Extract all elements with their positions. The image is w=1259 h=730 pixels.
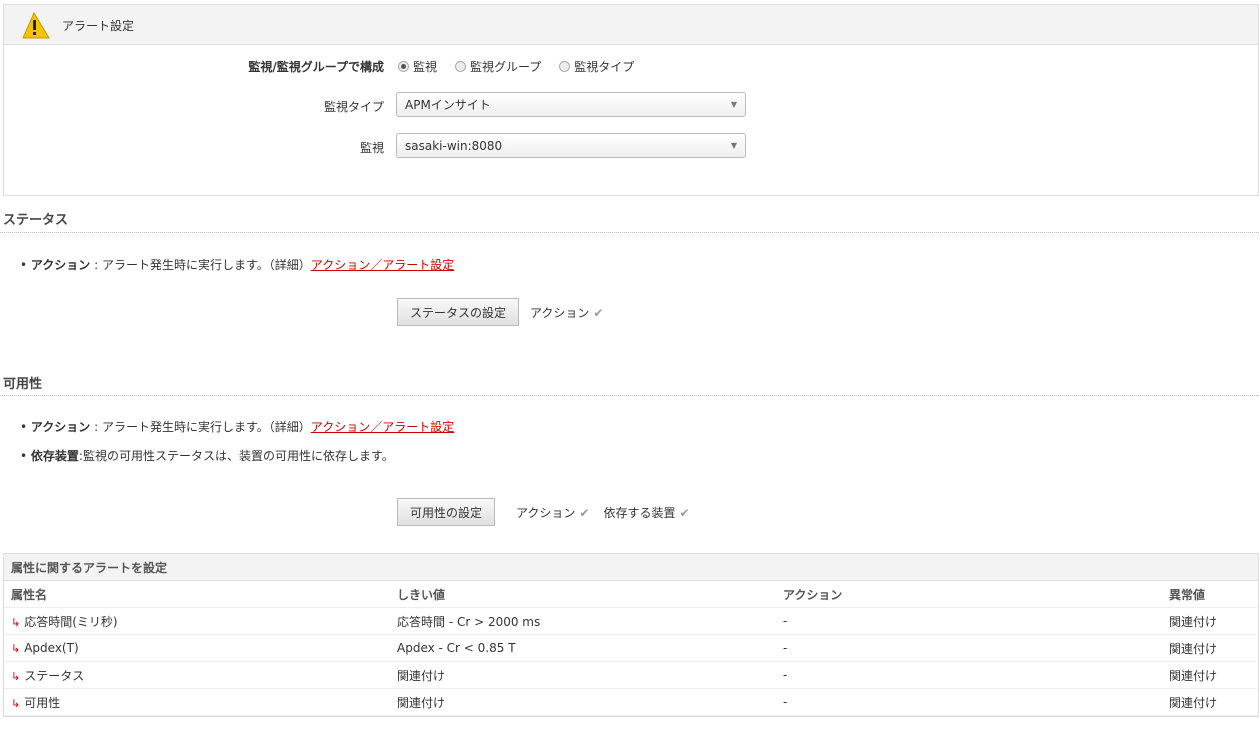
table-row[interactable]: ↳ 可用性 関連付け - 関連付け xyxy=(4,689,1258,716)
table-cell: 関連付け xyxy=(1169,667,1217,684)
cell-text: Apdex - Cr < 0.85 T xyxy=(397,641,516,655)
table-cell: ↳ Apdex(T) xyxy=(11,641,79,655)
check-icon: ✔ xyxy=(679,506,690,520)
sub-item-arrow-icon: ↳ xyxy=(11,642,21,655)
availability-action-line: • アクション : アラート発生時に実行します。（詳細）アクション／アラート設定 xyxy=(20,420,455,434)
monitor-label: 監視 xyxy=(359,141,384,155)
panel-title: アラート設定 xyxy=(62,19,135,33)
check-icon: ✔ xyxy=(579,506,590,520)
cell-text: ステータス xyxy=(24,668,85,683)
radio-button[interactable] xyxy=(455,61,467,72)
column-header: 属性名 xyxy=(11,587,48,602)
cell-text: - xyxy=(783,641,788,655)
table-header-row: 属性名 しきい値 アクション 異常値 xyxy=(4,581,1258,608)
select-value: APMインサイト xyxy=(405,98,491,112)
table-cell: 関連付け xyxy=(1169,694,1217,711)
tag-action: アクション xyxy=(516,506,576,520)
table-cell: 関連付け xyxy=(397,694,445,711)
tag-dependent-device: 依存する装置 xyxy=(603,506,676,520)
availability-heading: 可用性 xyxy=(3,377,43,392)
table-cell: 関連付け xyxy=(1169,640,1217,657)
radio-button[interactable] xyxy=(559,61,571,72)
action-text: : アラート発生時に実行します。（詳細） xyxy=(90,258,311,272)
cell-text: 関連付け xyxy=(1169,668,1218,683)
radio-button[interactable] xyxy=(398,61,409,72)
sub-item-arrow-icon: ↳ xyxy=(11,669,21,683)
panel-header: アラート設定 xyxy=(4,5,1258,45)
status-settings-button[interactable]: ステータスの設定 xyxy=(397,298,519,326)
cell-text: 関連付け xyxy=(1169,695,1218,710)
table-cell: - xyxy=(783,695,787,709)
table-cell: ↳ ステータス xyxy=(11,667,84,684)
radio-monitor[interactable]: 監視 xyxy=(398,58,437,75)
sub-item-arrow-icon: ↳ xyxy=(11,615,21,629)
table-cell: ↳ 可用性 xyxy=(11,694,60,711)
table-row[interactable]: ↳ ステータス 関連付け - 関連付け xyxy=(4,662,1258,689)
table-row[interactable]: ↳ Apdex(T) Apdex - Cr < 0.85 T - 関連付け xyxy=(4,635,1258,662)
alert-settings-panel: アラート設定 監視/監視グループで構成 監視 監視グループ 監視タイプ 監視タイ… xyxy=(3,4,1259,196)
radio-monitor-type[interactable]: 監視タイプ xyxy=(559,58,634,75)
table-title: 属性に関するアラートを設定 xyxy=(11,560,168,575)
monitor-type-label: 監視タイプ xyxy=(323,100,384,114)
table-row[interactable]: ↳ 応答時間(ミリ秒) 応答時間 - Cr > 2000 ms - 関連付け xyxy=(4,608,1258,635)
tag-action: アクション xyxy=(530,306,590,320)
table-cell: Apdex - Cr < 0.85 T xyxy=(397,641,516,655)
table-title-bar: 属性に関するアラートを設定 xyxy=(4,554,1258,581)
warning-icon xyxy=(22,11,50,39)
action-alert-settings-link[interactable]: アクション／アラート設定 xyxy=(311,420,454,434)
sub-item-arrow-icon: ↳ xyxy=(11,696,21,710)
table-cell: - xyxy=(783,668,787,682)
cell-text: 応答時間 - Cr > 2000 ms xyxy=(397,614,541,629)
status-action-line: • アクション : アラート発生時に実行します。（詳細）アクション／アラート設定 xyxy=(20,258,455,272)
cell-text: 関連付け xyxy=(1169,614,1218,629)
monitor-type-select[interactable]: APMインサイト ▼ xyxy=(396,92,746,117)
select-value: sasaki-win:8080 xyxy=(405,138,503,153)
availability-settings-button[interactable]: 可用性の設定 xyxy=(397,498,495,526)
radio-monitor-group[interactable]: 監視グループ xyxy=(455,58,541,75)
radio-label: 監視タイプ xyxy=(574,60,635,74)
table-cell: 応答時間 - Cr > 2000 ms xyxy=(397,613,540,630)
cell-text: 関連付け xyxy=(1169,641,1218,656)
check-icon: ✔ xyxy=(593,306,604,320)
radio-label: 監視 xyxy=(413,60,438,74)
cell-text: Apdex(T) xyxy=(24,641,79,655)
monitor-select[interactable]: sasaki-win:8080 ▼ xyxy=(396,133,746,158)
radio-label: 監視グループ xyxy=(470,60,542,74)
column-header: アクション xyxy=(783,587,843,602)
dropdown-arrow-icon: ▼ xyxy=(730,141,737,150)
divider xyxy=(0,232,1259,233)
cell-text: 可用性 xyxy=(24,695,61,710)
dependency-label: 依存装置 xyxy=(30,449,79,463)
dropdown-arrow-icon: ▼ xyxy=(730,100,737,109)
cell-text: 応答時間(ミリ秒) xyxy=(24,614,118,629)
cell-text: 関連付け xyxy=(397,695,446,710)
status-tags: アクション ✔ xyxy=(530,304,603,321)
dependency-line: • 依存装置:監視の可用性ステータスは、装置の可用性に依存します。 xyxy=(20,449,394,463)
table-cell: - xyxy=(783,641,787,655)
action-alert-settings-link[interactable]: アクション／アラート設定 xyxy=(311,258,454,272)
column-header: しきい値 xyxy=(397,587,446,602)
dependency-text: :監視の可用性ステータスは、装置の可用性に依存します。 xyxy=(78,449,394,463)
table-cell: - xyxy=(783,614,787,628)
table-cell: ↳ 応答時間(ミリ秒) xyxy=(11,613,118,630)
cell-text: - xyxy=(783,668,788,682)
column-header: 異常値 xyxy=(1169,587,1206,602)
status-heading: ステータス xyxy=(3,213,69,228)
action-text: : アラート発生時に実行します。（詳細） xyxy=(90,420,311,434)
availability-tags: アクション ✔ 依存する装置 ✔ xyxy=(516,504,690,521)
compose-label: 監視/監視グループで構成 xyxy=(248,60,384,74)
cell-text: 関連付け xyxy=(397,668,446,683)
divider xyxy=(0,395,1259,396)
action-label: アクション xyxy=(30,258,91,272)
table-cell: 関連付け xyxy=(397,667,445,684)
cell-text: - xyxy=(783,695,788,709)
cell-text: - xyxy=(783,614,788,628)
attribute-alert-table: 属性に関するアラートを設定 属性名 しきい値 アクション 異常値 ↳ 応答時間(ミ… xyxy=(3,553,1259,717)
action-label: アクション xyxy=(30,420,91,434)
table-cell: 関連付け xyxy=(1169,613,1217,630)
